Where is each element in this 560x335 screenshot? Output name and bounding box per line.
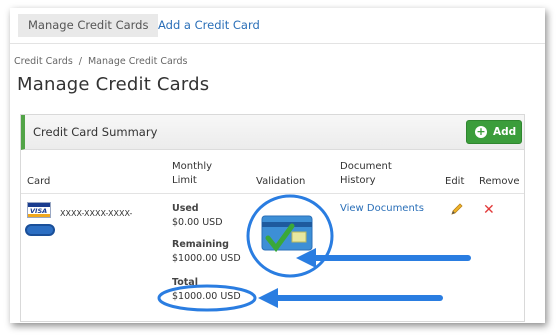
col-header-doc-line2: History xyxy=(340,175,376,186)
visa-card-icon: VISA xyxy=(27,202,51,218)
card-number: XXXX-XXXX-XXXX- xyxy=(60,209,133,218)
col-header-card: Card xyxy=(27,176,51,187)
used-value: $0.00 USD xyxy=(172,217,223,228)
top-navigation: Manage Credit Cards Add a Credit Card xyxy=(10,8,545,44)
breadcrumb-current: Manage Credit Cards xyxy=(87,56,188,67)
breadcrumb-separator: / xyxy=(78,56,82,67)
tab-add-credit-card[interactable]: Add a Credit Card xyxy=(158,14,260,37)
app-frame: Manage Credit Cards Add a Credit Card Cr… xyxy=(10,8,545,323)
pencil-icon[interactable] xyxy=(450,202,464,216)
col-header-monthly-line2: Limit xyxy=(172,175,197,186)
tab-manage-credit-cards[interactable]: Manage Credit Cards xyxy=(18,14,159,37)
col-header-document-history: Document History xyxy=(340,160,392,188)
col-header-validation: Validation xyxy=(256,176,306,187)
plus-icon: + xyxy=(475,125,487,138)
panel-header: Credit Card Summary + Add xyxy=(21,115,524,150)
col-header-edit: Edit xyxy=(445,176,465,187)
col-header-doc-line1: Document xyxy=(340,161,392,172)
remaining-label: Remaining xyxy=(172,239,229,250)
credit-card-summary-panel: Credit Card Summary + Add Card Monthly L… xyxy=(20,114,525,322)
add-button-label: Add xyxy=(493,126,517,138)
breadcrumb-credit-cards[interactable]: Credit Cards xyxy=(14,56,73,67)
view-documents-link[interactable]: View Documents xyxy=(340,203,424,214)
add-card-button[interactable]: + Add xyxy=(466,120,522,144)
col-header-remove: Remove xyxy=(479,176,520,187)
col-header-monthly: Monthly Limit xyxy=(172,160,212,188)
total-value: $1000.00 USD xyxy=(172,291,241,302)
validated-card-checkmark-icon xyxy=(261,215,313,253)
remaining-value: $1000.00 USD xyxy=(172,253,241,264)
remove-x-icon[interactable]: ✕ xyxy=(483,203,495,217)
header-divider xyxy=(21,193,524,194)
used-label: Used xyxy=(172,203,199,214)
col-header-monthly-line1: Monthly xyxy=(172,161,213,172)
page-title: Manage Credit Cards xyxy=(17,74,210,95)
breadcrumb: Credit Cards / Manage Credit Cards xyxy=(14,56,188,67)
panel-title: Credit Card Summary xyxy=(33,125,158,139)
redaction-marker xyxy=(25,224,55,236)
total-label: Total xyxy=(172,277,198,288)
